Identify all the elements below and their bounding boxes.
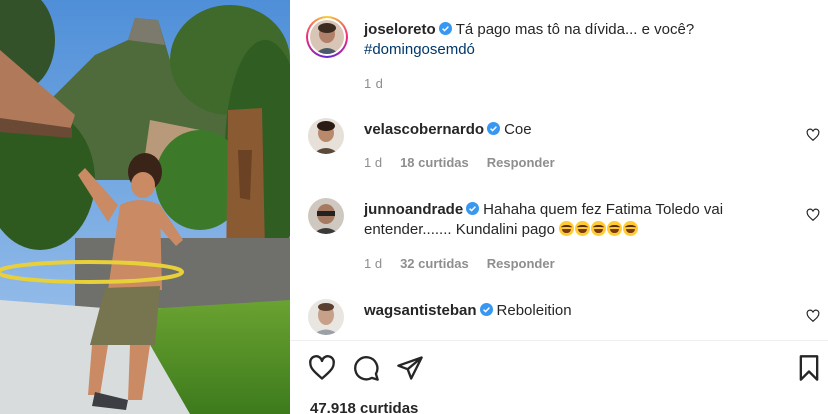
commenter-avatar[interactable] bbox=[308, 118, 344, 154]
commenter-avatar[interactable] bbox=[308, 299, 344, 335]
laughing-emoji-icon bbox=[607, 221, 623, 236]
post-photo bbox=[0, 0, 290, 414]
comment-like-heart-icon[interactable] bbox=[806, 208, 820, 222]
verified-badge-icon bbox=[487, 122, 501, 135]
verified-badge-icon bbox=[438, 22, 452, 35]
comment-body: wagsantisteban Reboleition bbox=[364, 301, 774, 321]
post-timestamp[interactable]: 1 d bbox=[364, 76, 383, 91]
laughing-emoji-group bbox=[559, 221, 639, 238]
heart-icon[interactable] bbox=[308, 354, 336, 382]
comment-meta: 1 d 32 curtidas Responder bbox=[364, 256, 573, 271]
comment-username[interactable]: wagsantisteban bbox=[364, 302, 477, 319]
comment-text: Reboleition bbox=[496, 302, 572, 319]
comment-icon[interactable] bbox=[352, 354, 380, 382]
verified-badge-icon bbox=[466, 202, 480, 215]
action-bar bbox=[290, 354, 828, 384]
laughing-emoji-icon bbox=[559, 221, 575, 236]
author-username[interactable]: joseloreto bbox=[364, 21, 436, 38]
reply-button[interactable]: Responder bbox=[487, 155, 555, 170]
laughing-emoji-icon bbox=[623, 221, 639, 236]
comment-body: velascobernardo Coe bbox=[364, 120, 774, 140]
caption-text: Tá pago mas tô na dívida... e você? bbox=[455, 21, 695, 38]
comment-time[interactable]: 1 d bbox=[364, 155, 382, 170]
comment-username[interactable]: junnoandrade bbox=[364, 201, 463, 218]
bookmark-icon[interactable] bbox=[795, 354, 823, 382]
comment-like-heart-icon[interactable] bbox=[806, 128, 820, 142]
reply-button[interactable]: Responder bbox=[487, 256, 555, 271]
comment-body: junnoandrade Hahaha quem fez Fatima Toled… bbox=[364, 200, 774, 240]
share-icon[interactable] bbox=[396, 354, 424, 382]
comment-likes[interactable]: 32 curtidas bbox=[400, 256, 469, 271]
comment-likes[interactable]: 18 curtidas bbox=[400, 155, 469, 170]
comment-text: Coe bbox=[504, 121, 532, 138]
author-avatar[interactable] bbox=[310, 20, 344, 54]
commenter-avatar[interactable] bbox=[308, 198, 344, 234]
comment-time[interactable]: 1 d bbox=[364, 256, 382, 271]
post-image bbox=[0, 0, 290, 414]
comment-like-heart-icon[interactable] bbox=[806, 309, 820, 323]
laughing-emoji-icon bbox=[591, 221, 607, 236]
comment-meta: 1 d 18 curtidas Responder bbox=[364, 155, 573, 170]
post-caption: joseloreto Tá pago mas tô na dívida... e … bbox=[364, 20, 804, 60]
story-ring[interactable] bbox=[306, 16, 348, 58]
post-likes-count[interactable]: 47.918 curtidas bbox=[310, 400, 418, 414]
verified-badge-icon bbox=[479, 303, 493, 316]
divider bbox=[290, 340, 828, 341]
laughing-emoji-icon bbox=[575, 221, 591, 236]
post-details-panel: joseloreto Tá pago mas tô na dívida... e … bbox=[290, 0, 828, 414]
comment-username[interactable]: velascobernardo bbox=[364, 121, 484, 138]
caption-hashtag[interactable]: #domingosemdó bbox=[364, 40, 804, 60]
